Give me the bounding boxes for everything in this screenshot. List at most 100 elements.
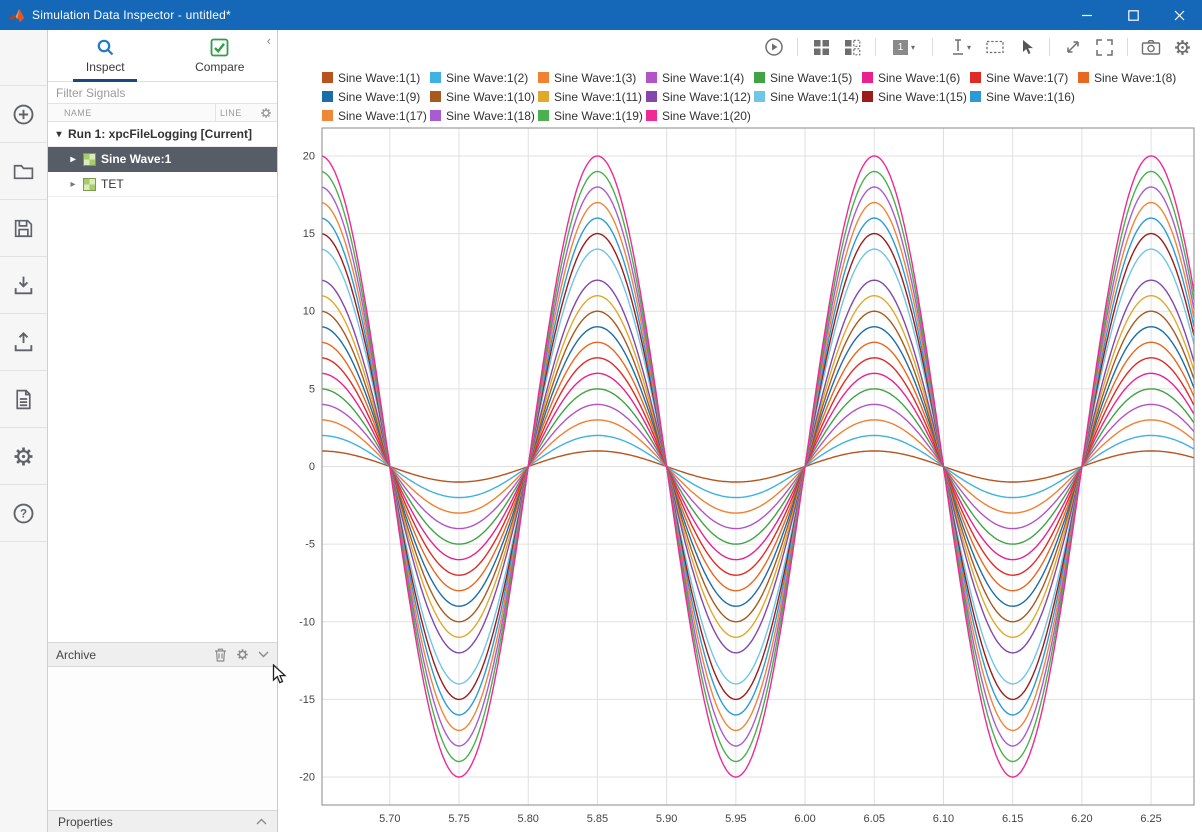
legend-item[interactable]: Sine Wave:1(2) bbox=[430, 71, 538, 85]
delete-icon[interactable] bbox=[214, 648, 227, 662]
legend-swatch bbox=[646, 72, 657, 83]
import-button[interactable] bbox=[0, 257, 47, 314]
legend-item[interactable]: Sine Wave:1(17) bbox=[322, 109, 430, 123]
pointer-button[interactable] bbox=[1014, 35, 1038, 59]
y-tick-label: -5 bbox=[305, 539, 315, 551]
chevron-up-icon[interactable] bbox=[256, 818, 267, 825]
collapse-arrow-icon[interactable]: ▾ bbox=[54, 129, 64, 140]
help-button[interactable]: ? bbox=[0, 485, 47, 542]
legend-label: Sine Wave:1(19) bbox=[554, 109, 643, 123]
sublayout-dropdown[interactable]: 1 ▾ bbox=[887, 35, 921, 59]
help-icon: ? bbox=[12, 502, 35, 525]
fit-to-view-icon bbox=[1095, 38, 1114, 57]
legend-swatch bbox=[646, 91, 657, 102]
legend-item[interactable]: Sine Wave:1(20) bbox=[646, 109, 754, 123]
pointer-icon bbox=[1017, 38, 1035, 56]
close-button[interactable] bbox=[1156, 0, 1202, 30]
layout-grid-icon bbox=[812, 38, 831, 57]
data-cursors-button[interactable]: ▾ bbox=[944, 35, 976, 59]
titlebar: Simulation Data Inspector - untitled* bbox=[0, 0, 1202, 30]
legend-item[interactable]: Sine Wave:1(7) bbox=[970, 71, 1078, 85]
open-button[interactable] bbox=[0, 143, 47, 200]
plot-wrap: 5.705.755.805.855.905.956.006.056.106.15… bbox=[278, 126, 1202, 832]
signal-table-header: NAME LINE bbox=[48, 104, 277, 122]
legend-item[interactable]: Sine Wave:1(16) bbox=[970, 90, 1078, 104]
signal-row-tet[interactable]: ▸ TET bbox=[48, 172, 277, 197]
expand-button[interactable] bbox=[1061, 35, 1085, 59]
run-row[interactable]: ▾ Run 1: xpcFileLogging [Current] bbox=[48, 122, 277, 147]
table-settings-icon[interactable] bbox=[260, 107, 272, 119]
expand-arrow-icon[interactable]: ▸ bbox=[68, 179, 78, 190]
export-icon bbox=[12, 331, 35, 354]
toolbar-separator bbox=[1049, 38, 1050, 56]
search-icon bbox=[96, 38, 115, 57]
add-button[interactable] bbox=[0, 86, 47, 143]
signal-group-icon bbox=[83, 153, 96, 166]
preferences-button[interactable] bbox=[0, 428, 47, 485]
report-button[interactable] bbox=[0, 371, 47, 428]
legend-label: Sine Wave:1(6) bbox=[878, 71, 960, 85]
archive-settings-icon[interactable] bbox=[236, 648, 249, 661]
layout-grid-button[interactable] bbox=[809, 35, 833, 59]
maximize-button[interactable] bbox=[1110, 0, 1156, 30]
tab-inspect[interactable]: Inspect bbox=[48, 30, 163, 81]
archive-header: Archive bbox=[48, 642, 277, 667]
legend-swatch bbox=[430, 110, 441, 121]
layout-edit-button[interactable] bbox=[840, 35, 864, 59]
tab-compare[interactable]: Compare bbox=[163, 30, 278, 81]
folder-icon bbox=[12, 160, 35, 183]
legend-label: Sine Wave:1(8) bbox=[1094, 71, 1176, 85]
legend-label: Sine Wave:1(3) bbox=[554, 71, 636, 85]
x-tick-label: 6.25 bbox=[1140, 813, 1161, 825]
legend-swatch bbox=[754, 72, 765, 83]
legend-item[interactable]: Sine Wave:1(18) bbox=[430, 109, 538, 123]
legend-item[interactable]: Sine Wave:1(9) bbox=[322, 90, 430, 104]
expand-arrow-icon[interactable]: ▸ bbox=[68, 154, 78, 165]
legend-item[interactable]: Sine Wave:1(19) bbox=[538, 109, 646, 123]
legend-label: Sine Wave:1(2) bbox=[446, 71, 528, 85]
legend-item[interactable]: Sine Wave:1(14) bbox=[754, 90, 862, 104]
collapse-panel-button[interactable]: ‹ bbox=[267, 34, 271, 47]
legend-item[interactable]: Sine Wave:1(12) bbox=[646, 90, 754, 104]
filter-signals-input[interactable] bbox=[48, 82, 277, 104]
gear-icon bbox=[1173, 38, 1192, 57]
legend-item[interactable]: Sine Wave:1(10) bbox=[430, 90, 538, 104]
legend-item[interactable]: Sine Wave:1(8) bbox=[1078, 71, 1186, 85]
legend-item[interactable]: Sine Wave:1(15) bbox=[862, 90, 970, 104]
legend-swatch bbox=[322, 91, 333, 102]
y-tick-label: 10 bbox=[303, 306, 315, 318]
legend-item[interactable]: Sine Wave:1(5) bbox=[754, 71, 862, 85]
export-button[interactable] bbox=[0, 314, 47, 371]
plot-settings-button[interactable] bbox=[1170, 35, 1194, 59]
x-tick-label: 5.75 bbox=[448, 813, 469, 825]
legend-label: Sine Wave:1(12) bbox=[662, 90, 751, 104]
legend-item[interactable]: Sine Wave:1(4) bbox=[646, 71, 754, 85]
plot-canvas[interactable]: 5.705.755.805.855.905.956.006.056.106.15… bbox=[278, 126, 1202, 832]
legend-label: Sine Wave:1(1) bbox=[338, 71, 420, 85]
legend-label: Sine Wave:1(14) bbox=[770, 90, 859, 104]
save-icon bbox=[12, 217, 35, 240]
snapshot-button[interactable] bbox=[1139, 35, 1163, 59]
minimize-button[interactable] bbox=[1064, 0, 1110, 30]
signal-row-sine-wave[interactable]: ▸ Sine Wave:1 bbox=[48, 147, 277, 172]
legend-row: Sine Wave:1(1) Sine Wave:1(2) Sine Wave:1(… bbox=[322, 68, 1202, 87]
column-line[interactable]: LINE bbox=[215, 104, 255, 121]
legend-item[interactable]: Sine Wave:1(11) bbox=[538, 90, 646, 104]
x-tick-label: 6.00 bbox=[794, 813, 815, 825]
legend-label: Sine Wave:1(15) bbox=[878, 90, 967, 104]
save-button[interactable] bbox=[0, 200, 47, 257]
zoom-region-button[interactable] bbox=[983, 35, 1007, 59]
fit-to-view-button[interactable] bbox=[1092, 35, 1116, 59]
y-tick-label: 0 bbox=[309, 461, 315, 473]
properties-header[interactable]: Properties bbox=[48, 810, 277, 832]
signal-label: TET bbox=[101, 177, 124, 191]
chevron-down-icon[interactable] bbox=[258, 651, 269, 658]
import-icon bbox=[12, 274, 35, 297]
legend-item[interactable]: Sine Wave:1(6) bbox=[862, 71, 970, 85]
legend-item[interactable]: Sine Wave:1(1) bbox=[322, 71, 430, 85]
compare-check-icon bbox=[210, 38, 229, 57]
legend-item[interactable]: Sine Wave:1(3) bbox=[538, 71, 646, 85]
playback-button[interactable] bbox=[762, 35, 786, 59]
column-name[interactable]: NAME bbox=[48, 108, 215, 118]
playback-icon bbox=[764, 37, 784, 57]
